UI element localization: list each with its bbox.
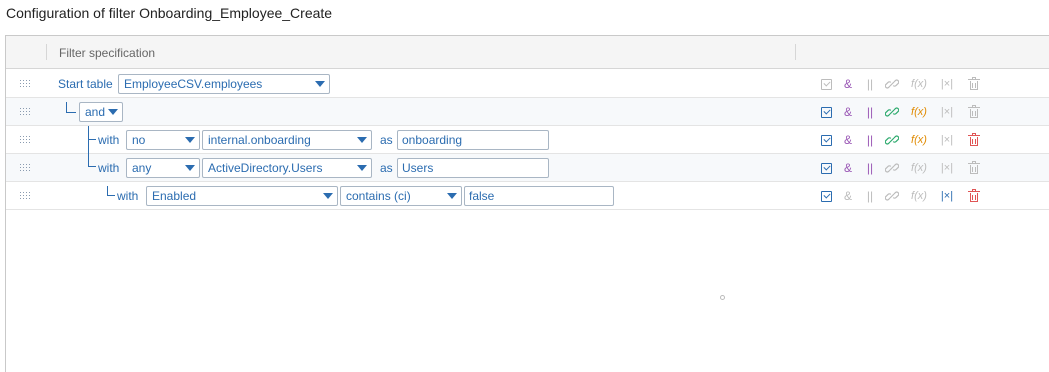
select-value: Enabled — [152, 189, 197, 203]
quantifier-select[interactable]: no — [126, 130, 200, 150]
as-label: as — [380, 161, 393, 175]
absolute-icon[interactable]: |×| — [938, 76, 956, 92]
chevron-down-icon — [185, 137, 195, 143]
absolute-icon[interactable]: |×| — [938, 160, 956, 176]
filter-row-with: with any ActiveDirectory.Users as Users … — [6, 140, 1049, 182]
link-icon[interactable] — [884, 188, 900, 204]
link-icon[interactable] — [884, 132, 900, 148]
alias-input[interactable]: onboarding — [397, 130, 549, 150]
page-title: Configuration of filter Onboarding_Emplo… — [6, 5, 333, 21]
start-table-label: Start table — [58, 77, 113, 91]
filter-row-with: with no internal.onboarding as onboardin… — [6, 126, 1049, 154]
function-icon[interactable]: f(x) — [908, 188, 930, 204]
with-label: with — [117, 189, 139, 203]
link-icon[interactable] — [884, 160, 900, 176]
select-value: and — [85, 105, 106, 119]
checkbox-icon[interactable] — [818, 76, 834, 92]
chevron-down-icon — [108, 109, 118, 115]
and-icon[interactable]: & — [840, 104, 856, 120]
condition-value-input[interactable]: false — [464, 186, 614, 206]
trash-icon[interactable] — [966, 188, 982, 204]
or-icon[interactable]: || — [862, 104, 878, 120]
drag-handle-icon[interactable] — [20, 108, 34, 116]
function-icon[interactable]: f(x) — [908, 132, 930, 148]
loading-indicator — [720, 295, 725, 300]
start-table-select[interactable]: EmployeeCSV.employees — [118, 74, 330, 94]
logic-operator-select[interactable]: and — [79, 102, 123, 122]
filter-spec-header: Filter specification — [59, 46, 156, 60]
tree-connector — [88, 126, 96, 140]
select-value: internal.onboarding — [208, 133, 311, 147]
chevron-down-icon — [357, 137, 367, 143]
and-icon[interactable]: & — [840, 160, 856, 176]
select-value: any — [132, 161, 152, 175]
trash-icon[interactable] — [966, 76, 982, 92]
chevron-down-icon — [447, 193, 457, 199]
select-value: no — [132, 133, 146, 147]
drag-handle-icon[interactable] — [20, 136, 34, 144]
and-icon[interactable]: & — [840, 132, 856, 148]
join-table-select[interactable]: ActiveDirectory.Users — [202, 158, 372, 178]
chevron-down-icon — [315, 81, 325, 87]
drag-handle-icon[interactable] — [20, 164, 34, 172]
chevron-down-icon — [357, 165, 367, 171]
or-icon[interactable]: || — [862, 188, 878, 204]
row-actions: & || f(x) |×| — [814, 98, 994, 126]
chevron-down-icon — [323, 193, 333, 199]
field-select[interactable]: Enabled — [146, 186, 338, 206]
checkbox-icon[interactable] — [818, 104, 834, 120]
row-actions: & || f(x) |×| — [814, 126, 994, 154]
row-actions: & || f(x) |×| — [814, 182, 994, 210]
or-icon[interactable]: || — [862, 132, 878, 148]
checkbox-icon[interactable] — [818, 188, 834, 204]
and-icon[interactable]: & — [840, 188, 856, 204]
trash-icon[interactable] — [966, 104, 982, 120]
select-value: ActiveDirectory.Users — [208, 161, 323, 175]
function-icon[interactable]: f(x) — [908, 104, 930, 120]
row-actions: & || f(x) |×| — [814, 154, 994, 182]
with-label: with — [98, 133, 120, 147]
join-table-select[interactable]: internal.onboarding — [202, 130, 372, 150]
checkbox-icon[interactable] — [818, 160, 834, 176]
or-icon[interactable]: || — [862, 160, 878, 176]
or-icon[interactable]: || — [862, 76, 878, 92]
tree-connector — [88, 140, 96, 167]
trash-icon[interactable] — [966, 160, 982, 176]
filter-row-and: and & || f(x) |×| — [6, 98, 1049, 126]
with-label: with — [98, 161, 120, 175]
checkbox-icon[interactable] — [818, 132, 834, 148]
filter-row-condition: with Enabled contains (ci) false & || f(x)… — [6, 182, 1049, 210]
comparison-operator-select[interactable]: contains (ci) — [340, 186, 462, 206]
select-value: EmployeeCSV.employees — [124, 77, 263, 91]
quantifier-select[interactable]: any — [126, 158, 200, 178]
link-icon[interactable] — [884, 76, 900, 92]
drag-handle-icon[interactable] — [20, 80, 34, 88]
tree-connector — [66, 102, 76, 113]
trash-icon[interactable] — [966, 132, 982, 148]
absolute-icon[interactable]: |×| — [938, 188, 956, 204]
drag-handle-icon[interactable] — [20, 192, 34, 200]
link-icon[interactable] — [884, 104, 900, 120]
absolute-icon[interactable]: |×| — [938, 104, 956, 120]
chevron-down-icon — [185, 165, 195, 171]
absolute-icon[interactable]: |×| — [938, 132, 956, 148]
select-value: contains (ci) — [346, 189, 411, 203]
as-label: as — [380, 133, 393, 147]
filter-row-start: Start table EmployeeCSV.employees & || f(x… — [6, 70, 1049, 98]
alias-input[interactable]: Users — [397, 158, 549, 178]
function-icon[interactable]: f(x) — [908, 160, 930, 176]
function-icon[interactable]: f(x) — [908, 76, 930, 92]
panel-header: Filter specification — [6, 36, 1049, 69]
and-icon[interactable]: & — [840, 76, 856, 92]
header-divider — [46, 44, 47, 60]
filter-panel: Filter specification Start table Employe… — [5, 35, 1049, 372]
header-divider — [795, 44, 796, 60]
row-actions: & || f(x) |×| — [814, 70, 994, 98]
tree-connector — [107, 186, 115, 196]
